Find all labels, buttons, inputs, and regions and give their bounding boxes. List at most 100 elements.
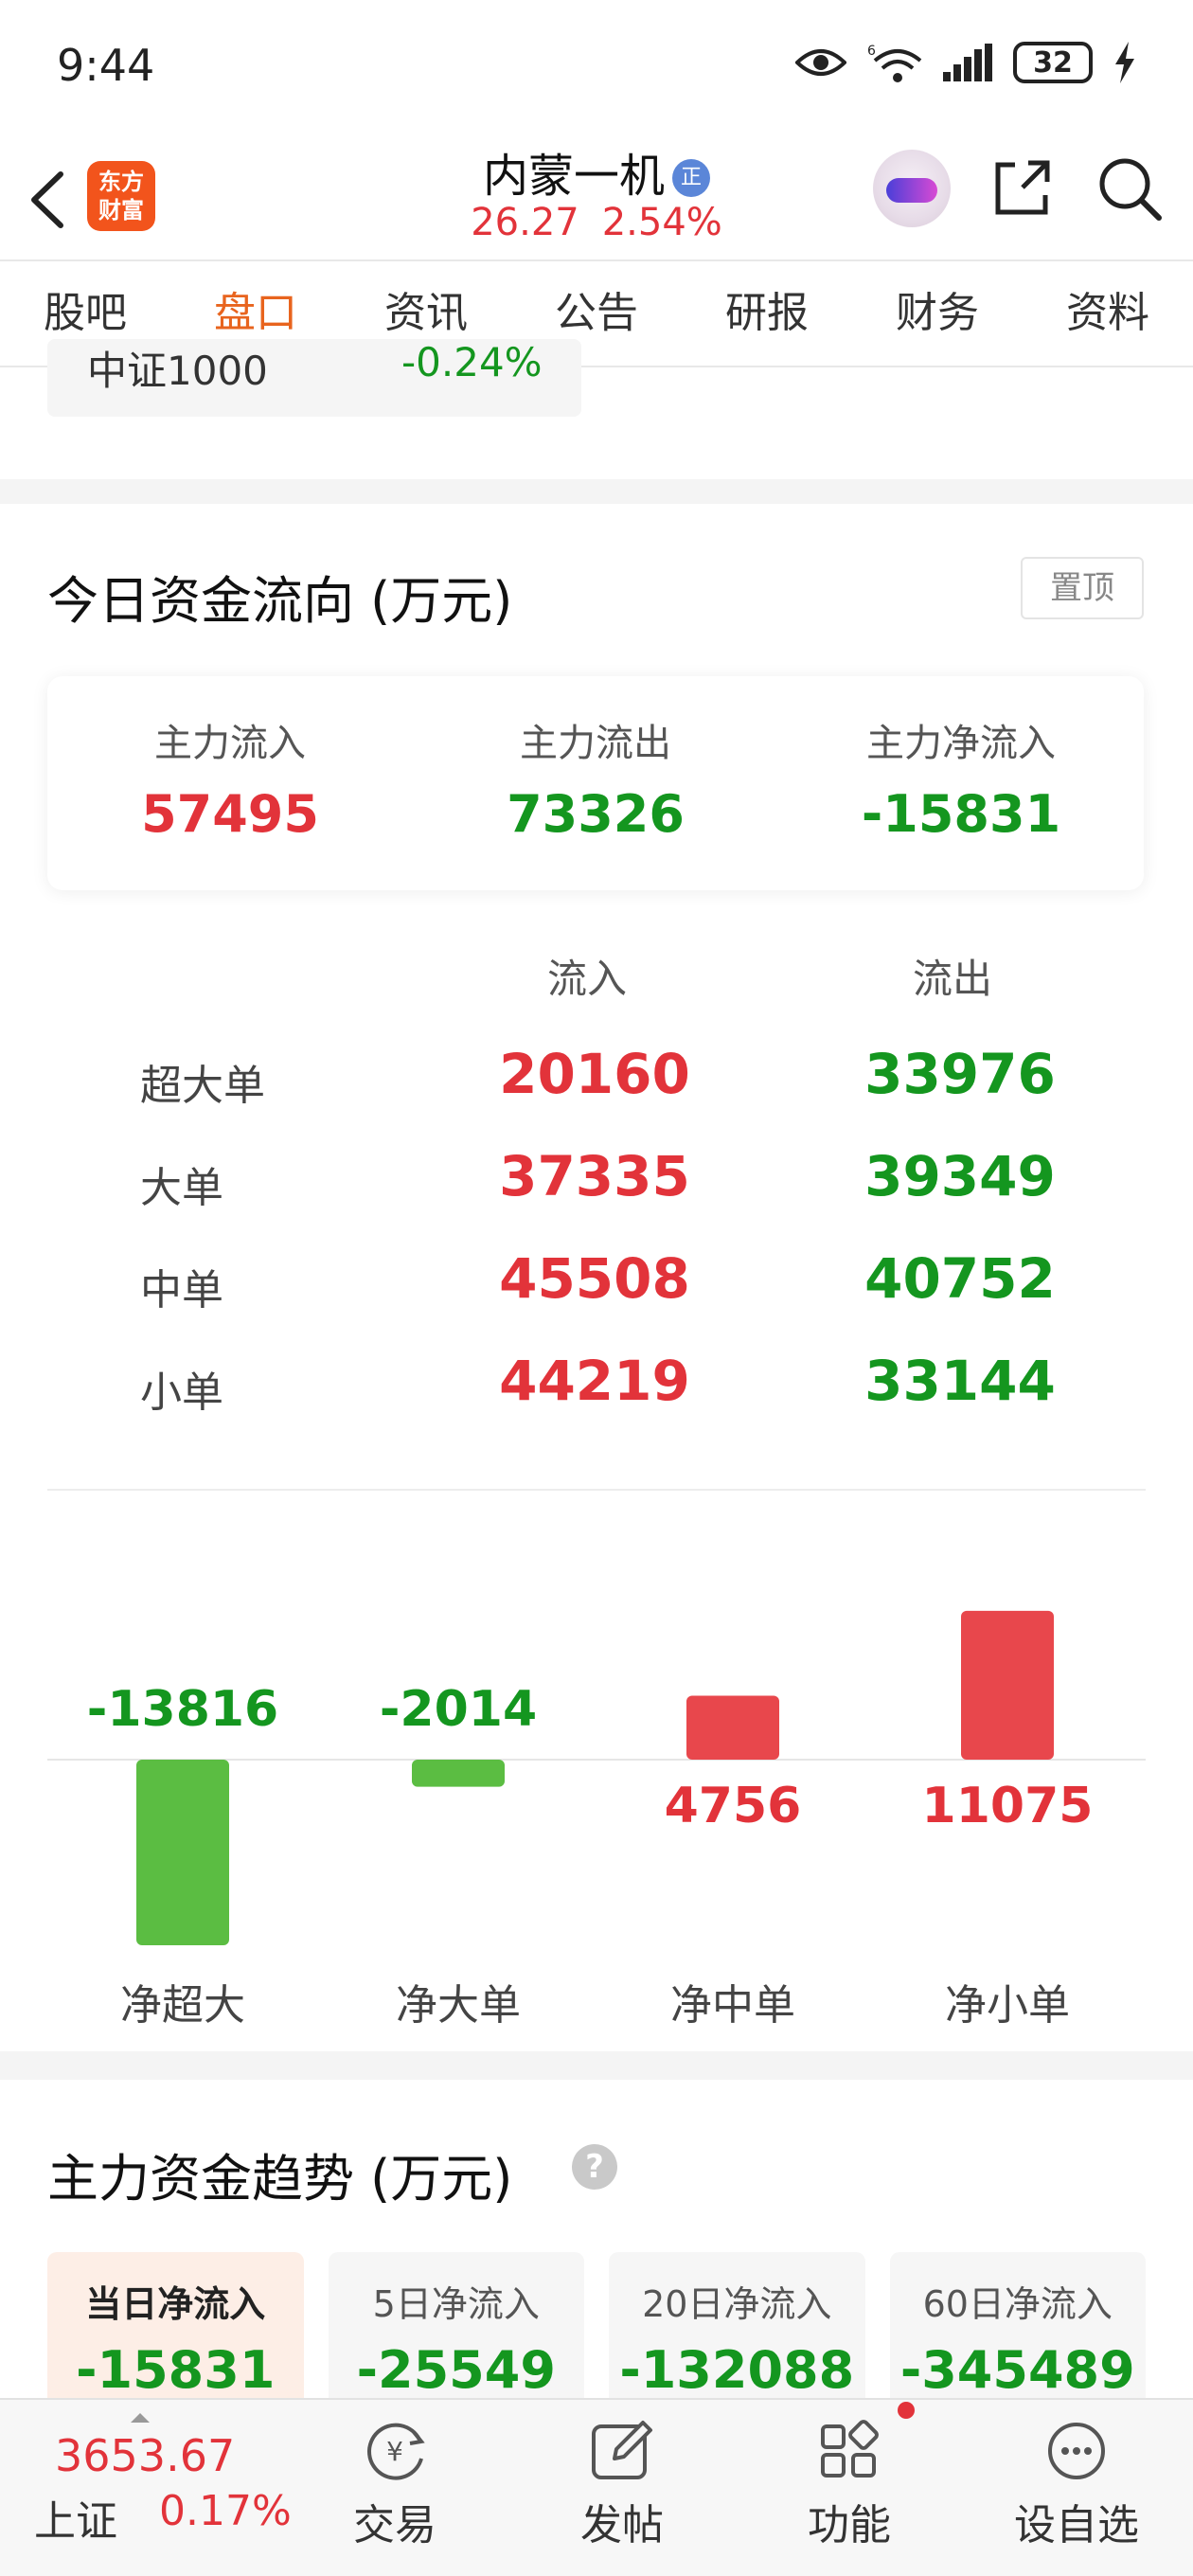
- summary-outflow-value: 73326: [507, 784, 685, 844]
- index-expand-arrow-icon[interactable]: [131, 2413, 150, 2423]
- chart-category-label: 净中单: [670, 1981, 795, 2030]
- nav-label: 交易: [353, 2501, 436, 2549]
- stock-header: 东方 财富 内蒙一机正 26.27 2.54%: [0, 133, 1193, 259]
- stock-price: 26.27: [471, 201, 579, 244]
- net-flow-bar-chart: -13816 净超大 -2014 净大单 4756 净中单 11075 净小单: [47, 1610, 1146, 2030]
- bottom-navigation: 3653.67 上证 0.17% ¥ 交易 发帖 功能 设自选: [0, 2398, 1193, 2576]
- row-label: 超大单: [140, 1062, 265, 1110]
- fund-flow-section: 今日资金流向 (万元) 置顶 主力流入 57495 主力流出 73326 主力净…: [0, 504, 1193, 2051]
- chart-bar: [412, 1760, 505, 1787]
- stock-name: 内蒙一机: [482, 150, 665, 203]
- sh-index-price[interactable]: 3653.67: [55, 2430, 235, 2481]
- sh-index-change[interactable]: 0.17%: [159, 2487, 292, 2535]
- trade-icon: ¥: [367, 2423, 425, 2480]
- status-icons: 6 32: [795, 42, 1136, 83]
- row-label: 小单: [140, 1368, 223, 1417]
- trend-card-20d[interactable]: 20日净流入 -132088: [609, 2252, 865, 2423]
- summary-outflow-label: 主力流出: [520, 722, 671, 765]
- row-outflow: 40752: [864, 1246, 1056, 1311]
- index-chip-value: -0.24%: [401, 339, 543, 385]
- related-index-card: 中证1000 -0.24%: [0, 339, 1193, 479]
- summary-outflow: 主力流出 73326: [413, 676, 778, 890]
- main-force-summary: 主力流入 57495 主力流出 73326 主力净流入 -15831: [47, 676, 1144, 890]
- trend-card-60d[interactable]: 60日净流入 -345489: [889, 2252, 1146, 2423]
- table-row: 小单 44219 33144: [0, 1339, 1193, 1441]
- table-row: 中单 45508 40752: [0, 1237, 1193, 1339]
- summary-inflow-label: 主力流入: [154, 722, 306, 765]
- nav-post-button[interactable]: 发帖: [551, 2409, 693, 2551]
- help-icon[interactable]: ?: [572, 2144, 617, 2190]
- trend-card-label: 20日净流入: [642, 2283, 832, 2325]
- row-inflow: 20160: [499, 1042, 690, 1106]
- post-icon: [592, 2421, 652, 2479]
- status-bar: 9:44 6 32: [0, 0, 1193, 133]
- row-outflow: 33976: [864, 1042, 1056, 1106]
- table-row: 大单 37335 39349: [0, 1135, 1193, 1237]
- trend-period-cards: 当日净流入 -15831 5日净流入 -25549 20日净流入 -132088…: [47, 2252, 1146, 2423]
- chart-category-label: 净超大: [120, 1981, 245, 2030]
- row-label: 中单: [140, 1266, 223, 1315]
- wifi-generation-label: 6: [867, 44, 876, 59]
- chart-category-label: 净小单: [945, 1981, 1070, 2030]
- chart-bar: [686, 1695, 779, 1760]
- row-label: 大单: [140, 1164, 223, 1212]
- table-row: 超大单 20160 33976: [0, 1032, 1193, 1135]
- row-inflow: 44219: [499, 1349, 690, 1413]
- cellular-signal-icon: [943, 44, 992, 81]
- trend-card-value: -132088: [619, 2340, 855, 2400]
- summary-net-value: -15831: [861, 784, 1061, 844]
- row-inflow: 45508: [499, 1246, 690, 1311]
- search-icon[interactable]: [1096, 155, 1163, 222]
- summary-inflow: 主力流入 57495: [47, 676, 413, 890]
- chart-bar: [961, 1610, 1054, 1760]
- column-header-outflow: 流出: [913, 956, 993, 1002]
- fund-flow-title: 今日资金流向 (万元): [47, 571, 513, 631]
- sh-index-name[interactable]: 上证: [34, 2487, 117, 2548]
- nav-label: 发帖: [580, 2501, 664, 2549]
- trend-card-label: 当日净流入: [85, 2283, 266, 2325]
- trend-title: 主力资金趋势 (万元): [47, 2149, 513, 2209]
- nav-watchlist-button[interactable]: 设自选: [1006, 2409, 1148, 2551]
- index-chip[interactable]: 中证1000 -0.24%: [47, 339, 581, 417]
- chart-value-label: -2014: [380, 1681, 537, 1738]
- tab-profile[interactable]: 资料: [1023, 261, 1193, 366]
- chart-value-label: -13816: [87, 1681, 279, 1738]
- trend-card-value: -345489: [899, 2340, 1135, 2400]
- watchlist-icon: [1048, 2423, 1105, 2479]
- chart-value-label: 11075: [922, 1778, 1094, 1834]
- chart-value-label: 4756: [665, 1778, 802, 1834]
- column-header-inflow: 流入: [547, 956, 628, 1002]
- row-inflow: 37335: [499, 1144, 690, 1208]
- stock-change-pct: 2.54%: [601, 201, 722, 244]
- main-force-trend-section: 主力资金趋势 (万元) ? 当日净流入 -15831 5日净流入 -25549 …: [0, 2080, 1193, 2423]
- trend-card-today[interactable]: 当日净流入 -15831: [47, 2252, 304, 2423]
- notification-dot: [898, 2402, 915, 2419]
- wifi-icon: 6: [867, 44, 922, 82]
- charging-bolt-icon: [1115, 42, 1134, 83]
- pin-to-top-button[interactable]: 置顶: [1021, 557, 1144, 619]
- share-icon[interactable]: [990, 157, 1053, 220]
- summary-net-label: 主力净流入: [866, 722, 1056, 765]
- function-grid-icon: [821, 2420, 879, 2478]
- trend-card-value: -15831: [76, 2340, 276, 2400]
- trend-card-label: 5日净流入: [372, 2283, 540, 2325]
- nav-trade-button[interactable]: ¥ 交易: [324, 2409, 466, 2551]
- trend-card-label: 60日净流入: [922, 2283, 1113, 2325]
- tab-finance[interactable]: 财务: [852, 261, 1023, 366]
- summary-inflow-value: 57495: [141, 784, 319, 844]
- index-chip-name: 中证1000: [87, 348, 268, 394]
- battery-indicator: 32: [1013, 42, 1093, 83]
- eye-icon: [795, 49, 846, 76]
- row-outflow: 39349: [864, 1144, 1056, 1208]
- status-time: 9:44: [57, 40, 155, 91]
- nav-label: 设自选: [1014, 2501, 1139, 2549]
- nav-label: 功能: [808, 2501, 891, 2549]
- nav-function-button[interactable]: 功能: [778, 2409, 920, 2551]
- ai-assistant-icon[interactable]: [873, 150, 951, 227]
- trend-card-5d[interactable]: 5日净流入 -25549: [328, 2252, 584, 2423]
- tab-research[interactable]: 研报: [682, 261, 852, 366]
- row-outflow: 33144: [864, 1349, 1056, 1413]
- summary-net-inflow: 主力净流入 -15831: [778, 676, 1144, 890]
- svg-text:¥: ¥: [386, 2436, 403, 2467]
- chart-bar: [136, 1760, 229, 1945]
